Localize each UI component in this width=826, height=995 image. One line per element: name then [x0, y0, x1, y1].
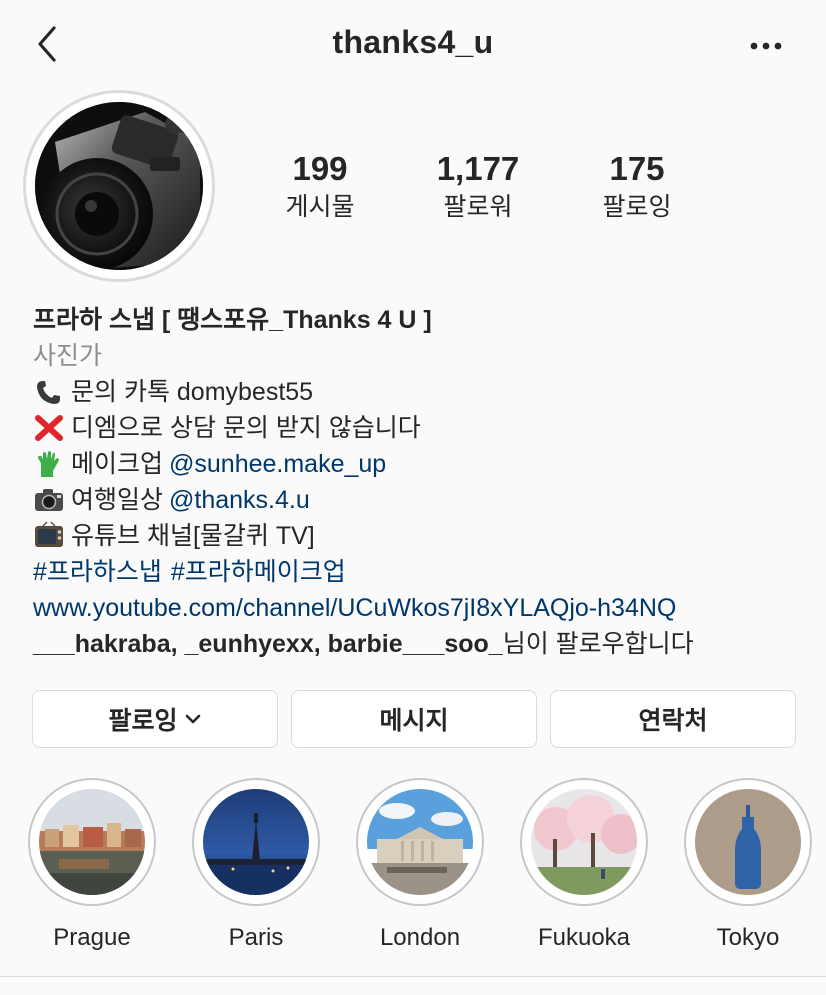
makeup-account-link[interactable]: @sunhee.make_up	[169, 446, 386, 482]
profile-category: 사진가	[33, 342, 103, 370]
highlight-tokyo[interactable]: Tokyo	[683, 778, 813, 952]
highlight-label: Fukuoka	[537, 924, 631, 951]
highlight-cover	[39, 789, 145, 895]
highlight-label: Prague	[53, 924, 131, 951]
contact-button-label: 연락처	[638, 707, 708, 735]
message-button-label: 메시지	[379, 707, 449, 735]
highlight-label: London	[379, 924, 461, 951]
avatar[interactable]	[23, 90, 215, 282]
highlight-ring	[520, 778, 648, 906]
followed-by-suffix: 님이 팔로우합니다	[502, 630, 694, 658]
following-count-label: 팔로잉	[602, 193, 672, 221]
television-icon	[33, 521, 65, 551]
highlight-fukuoka[interactable]: Fukuoka	[519, 778, 649, 952]
bio-youtube-text: 유튜브 채널[물갈퀴 TV]	[71, 522, 315, 550]
followed-by-line[interactable]: ___hakraba, _eunhyexx, barbie___soo_ 님이 팔…	[33, 626, 803, 662]
highlight-london[interactable]: London	[355, 778, 485, 952]
category-line: 사진가	[33, 338, 803, 374]
following-button[interactable]: 팔로잉	[32, 690, 278, 748]
more-horizontal-icon	[750, 42, 782, 50]
gloves-icon	[33, 449, 65, 479]
posts-count-label: 게시물	[285, 193, 355, 221]
following-button-label: 팔로잉	[108, 707, 178, 735]
bio-line-makeup: 메이크업 @sunhee.make_up	[33, 446, 803, 482]
page-title: thanks4_u	[332, 24, 494, 60]
bio-contact-text: 문의 카톡 domybest55	[71, 378, 314, 406]
bio-line-hashtags: #프라하스냅 #프라하메이크업	[33, 554, 803, 590]
bio-line-youtube: 유튜브 채널[물갈퀴 TV]	[33, 518, 803, 554]
profile-name: 프라하 스냅 [ 땡스포유_Thanks 4 U ]	[33, 306, 432, 334]
story-highlights: Prague Paris London Fukuoka Tokyo	[0, 778, 826, 958]
following-count-value: 175	[609, 150, 665, 187]
following-count[interactable]: 175 팔로잉	[557, 148, 717, 224]
highlight-ring	[684, 778, 812, 906]
followers-count-label: 팔로워	[443, 193, 513, 221]
telephone-icon	[33, 377, 65, 407]
top-bar: thanks4_u	[0, 0, 826, 92]
cross-mark-icon	[33, 413, 65, 443]
bio-dm-text: 디엠으로 상담 문의 받지 않습니다	[71, 414, 421, 442]
highlight-ring	[192, 778, 320, 906]
message-button[interactable]: 메시지	[291, 690, 537, 748]
hashtag-link[interactable]: #프라하스냅	[33, 554, 162, 590]
highlight-label: Tokyo	[716, 924, 780, 951]
highlight-ring	[28, 778, 156, 906]
posts-count-value: 199	[292, 150, 348, 187]
bio-line-contact: 문의 카톡 domybest55	[33, 374, 803, 410]
highlight-cover	[367, 789, 473, 895]
bio-line-travel: 여행일상 @thanks.4.u	[33, 482, 803, 518]
highlight-label: Paris	[228, 924, 284, 951]
profile-bio: 프라하 스냅 [ 땡스포유_Thanks 4 U ] 사진가 문의 카톡 dom…	[33, 302, 803, 662]
highlight-ring	[356, 778, 484, 906]
bio-travel-text: 여행일상	[71, 486, 164, 514]
highlight-cover	[695, 789, 801, 895]
avatar-image	[35, 102, 203, 270]
profile-name-line: 프라하 스냅 [ 땡스포유_Thanks 4 U ]	[33, 302, 803, 338]
highlight-paris[interactable]: Paris	[191, 778, 321, 952]
highlight-cover	[531, 789, 637, 895]
highlight-prague[interactable]: Prague	[27, 778, 157, 952]
highlight-cover	[203, 789, 309, 895]
posts-count[interactable]: 199 게시물	[240, 148, 400, 224]
profile-stats: 199 게시물 1,177 팔로워 175 팔로잉	[240, 148, 800, 228]
bio-line-dm: 디엠으로 상담 문의 받지 않습니다	[33, 410, 803, 446]
camera-icon	[33, 485, 65, 515]
travel-account-link[interactable]: @thanks.4.u	[169, 482, 310, 518]
followed-by-users[interactable]: ___hakraba, _eunhyexx, barbie___soo_	[33, 626, 503, 662]
profile-actions: 팔로잉 메시지 연락처	[32, 690, 797, 748]
contact-button[interactable]: 연락처	[550, 690, 796, 748]
hashtag-link[interactable]: #프라하메이크업	[171, 554, 346, 590]
bottom-divider	[0, 976, 826, 977]
chevron-down-icon	[185, 714, 200, 724]
more-options-button[interactable]	[746, 30, 786, 62]
website-link[interactable]: www.youtube.com/channel/UCuWkos7jI8xYLAQ…	[33, 590, 676, 626]
bio-makeup-text: 메이크업	[71, 450, 164, 478]
followers-count[interactable]: 1,177 팔로워	[398, 148, 558, 224]
followers-count-value: 1,177	[436, 150, 520, 187]
bio-line-website: www.youtube.com/channel/UCuWkos7jI8xYLAQ…	[33, 590, 803, 626]
